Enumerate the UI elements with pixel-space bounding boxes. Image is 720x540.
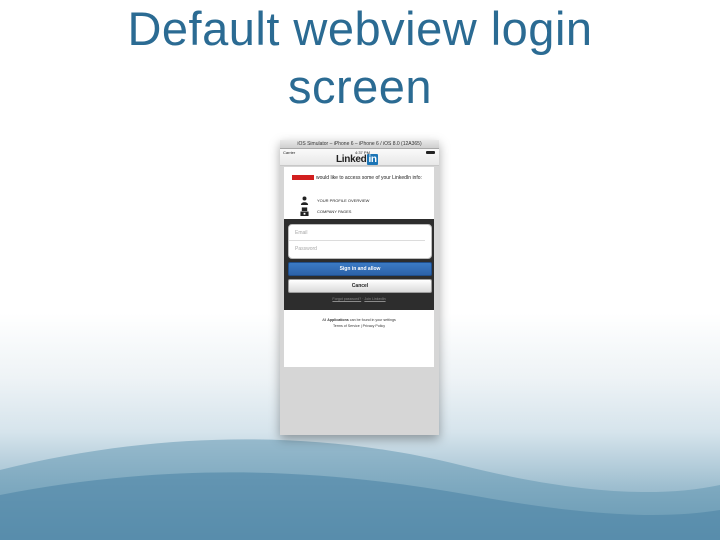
access-request-text: would like to access some of your Linked… (292, 175, 427, 181)
linkedin-in-badge: in (367, 154, 378, 165)
linkedin-logo: Linked in (336, 154, 378, 165)
redacted-app-name (292, 175, 314, 181)
sign-in-and-allow-button[interactable]: Sign in and allow (288, 262, 432, 276)
terms-link[interactable]: Terms of Service (333, 324, 360, 328)
access-message: would like to access some of your Linked… (316, 175, 422, 181)
linkedin-logo-text: Linked (336, 154, 367, 165)
slide-title-line-2: screen (287, 60, 433, 113)
slide-title: Default webview login screen (0, 0, 720, 116)
join-linkedin-link[interactable]: Join LinkedIn (364, 297, 385, 301)
applications-link[interactable]: Applications (327, 318, 349, 322)
credentials-group (288, 224, 432, 259)
permission-label: YOUR PROFILE OVERVIEW (317, 198, 370, 203)
settings-note-suffix: can be found in your settings (348, 318, 396, 322)
navigation-bar: Carrier 4:37 PM Linked in (280, 149, 439, 166)
legal-links: Terms of Service | Privacy Policy (284, 323, 434, 329)
building-icon (300, 207, 309, 216)
cancel-button[interactable]: Cancel (288, 279, 432, 293)
slide-title-line-1: Default webview login (127, 2, 593, 55)
forgot-password-link[interactable]: Forgot password? (332, 297, 361, 301)
account-links: Forgot password? · Join LinkedIn (284, 297, 434, 301)
carrier-label: Carrier (283, 150, 296, 155)
ios-simulator-window: iOS Simulator – iPhone 6 – iPhone 6 / iO… (280, 140, 439, 435)
permission-label: COMPANY PAGES (317, 209, 352, 214)
person-icon (300, 196, 309, 205)
login-panel: Sign in and allow Cancel Forgot password… (284, 219, 434, 310)
dialog-footer: All Applications can be found in your se… (284, 317, 434, 329)
battery-icon (426, 151, 435, 154)
email-field[interactable] (289, 225, 425, 240)
simulator-title-bar: iOS Simulator – iPhone 6 – iPhone 6 / iO… (280, 140, 439, 149)
privacy-link[interactable]: Privacy Policy (363, 324, 385, 328)
password-field[interactable] (289, 240, 425, 256)
auth-dialog: would like to access some of your Linked… (284, 167, 434, 367)
